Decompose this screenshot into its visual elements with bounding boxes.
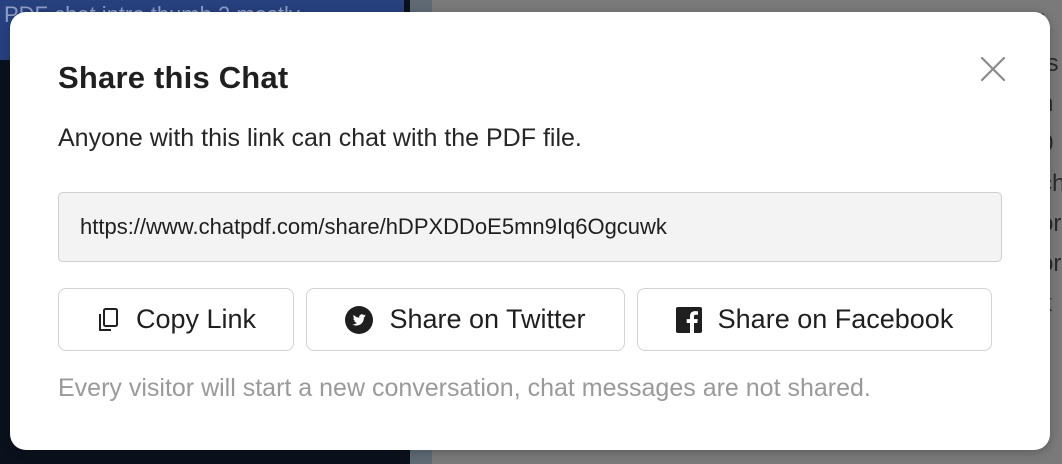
share-twitter-label: Share on Twitter [389,304,586,334]
copy-link-label: Copy Link [135,304,257,334]
share-facebook-button[interactable]: Share on Facebook [637,288,992,351]
share-twitter-button[interactable]: Share on Twitter [306,288,625,351]
share-chat-dialog: Share this Chat Anyone with this link ca… [10,12,1050,450]
copy-link-button[interactable]: Copy Link [58,288,294,351]
close-icon [980,56,1006,82]
facebook-icon [675,306,702,333]
close-button[interactable] [976,52,1010,86]
dialog-title: Share this Chat [58,60,289,95]
share-link-field[interactable] [58,192,1002,262]
copy-icon [96,307,120,333]
privacy-note: Every visitor will start a new conversat… [58,374,871,402]
share-facebook-label: Share on Facebook [717,304,954,334]
dialog-description: Anyone with this link can chat with the … [58,124,582,152]
twitter-icon [345,305,374,334]
